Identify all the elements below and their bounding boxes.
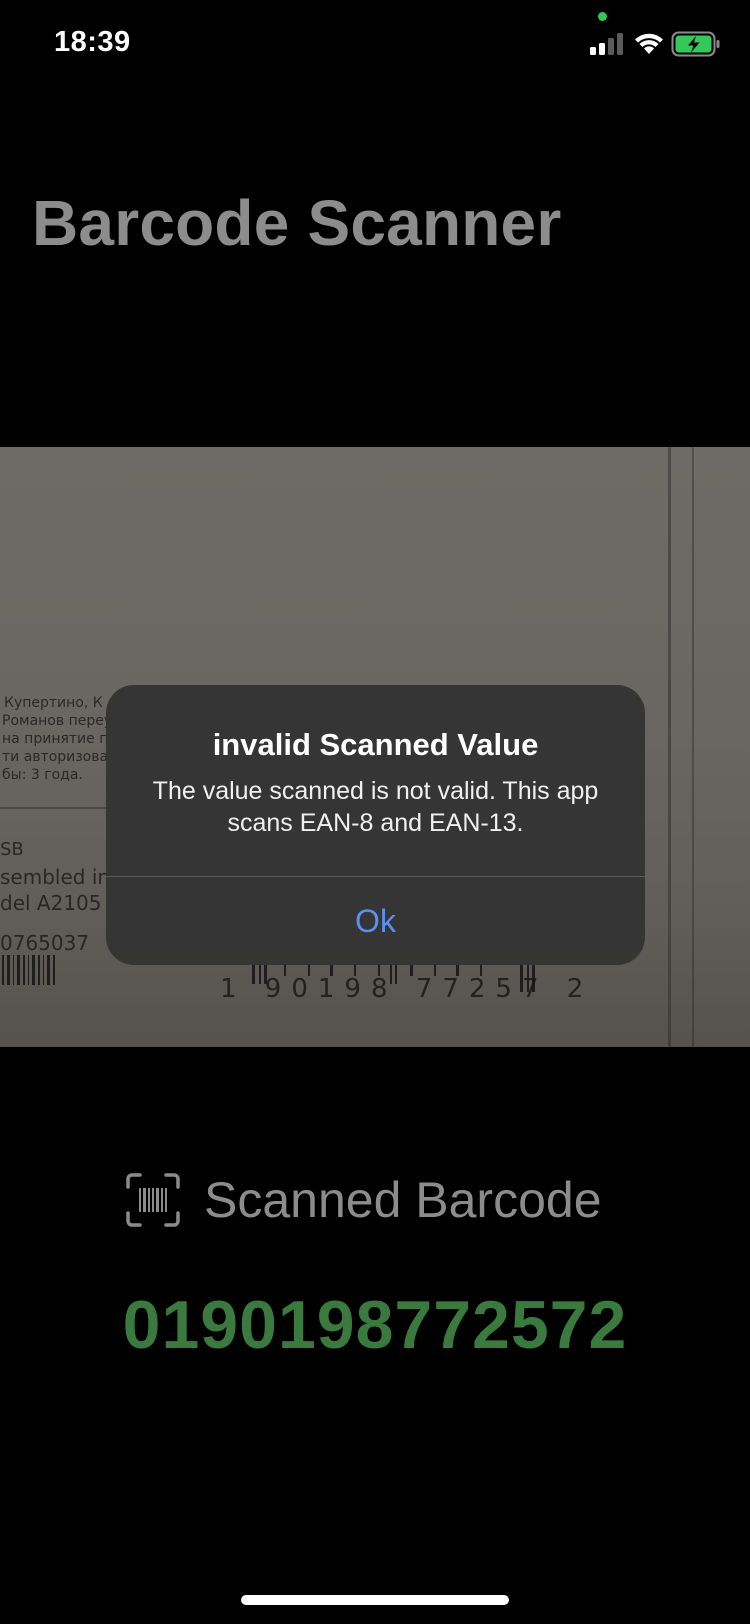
box-edge-line xyxy=(692,447,694,1047)
battery-charging-icon xyxy=(671,31,720,57)
preview-text-line: 0765037 xyxy=(0,931,90,955)
status-time: 18:39 xyxy=(54,26,131,58)
alert-title: invalid Scanned Value xyxy=(212,727,539,762)
preview-barcode-digits: 1 90198 77257 2 xyxy=(220,974,594,1004)
preview-text-line: SB xyxy=(0,839,24,860)
barcode-viewfinder-icon xyxy=(126,1173,180,1227)
invalid-value-alert: invalid Scanned Value The value scanned … xyxy=(106,685,645,965)
scanned-barcode-value: 0190198772572 xyxy=(122,1287,628,1363)
preview-text-line: Романов переу xyxy=(2,713,113,729)
home-indicator[interactable] xyxy=(241,1595,509,1605)
wifi-icon xyxy=(635,33,663,54)
preview-text-line: sembled in xyxy=(0,865,111,889)
alert-message: The value scanned is not valid. This app… xyxy=(152,777,599,837)
preview-text-line: на принятие п xyxy=(2,731,109,747)
partial-barcode-bars xyxy=(2,955,55,985)
preview-text-line: ти авторизова xyxy=(2,749,109,765)
cellular-signal-icon xyxy=(590,33,623,55)
box-print-line xyxy=(0,807,115,809)
ok-button[interactable]: Ok xyxy=(106,877,645,965)
preview-text-line: Купертино, К xyxy=(4,695,103,711)
page-title: Barcode Scanner xyxy=(32,187,562,259)
box-edge-line xyxy=(668,447,671,1047)
status-bar: 18:39 xyxy=(0,0,750,90)
preview-text-line: del A2105 xyxy=(0,891,102,915)
privacy-indicator-dot xyxy=(598,12,607,21)
scanned-barcode-label: Scanned Barcode xyxy=(204,1172,602,1228)
scanned-barcode-header: Scanned Barcode xyxy=(126,1172,602,1228)
preview-text-line: бы: 3 года. xyxy=(2,767,83,783)
